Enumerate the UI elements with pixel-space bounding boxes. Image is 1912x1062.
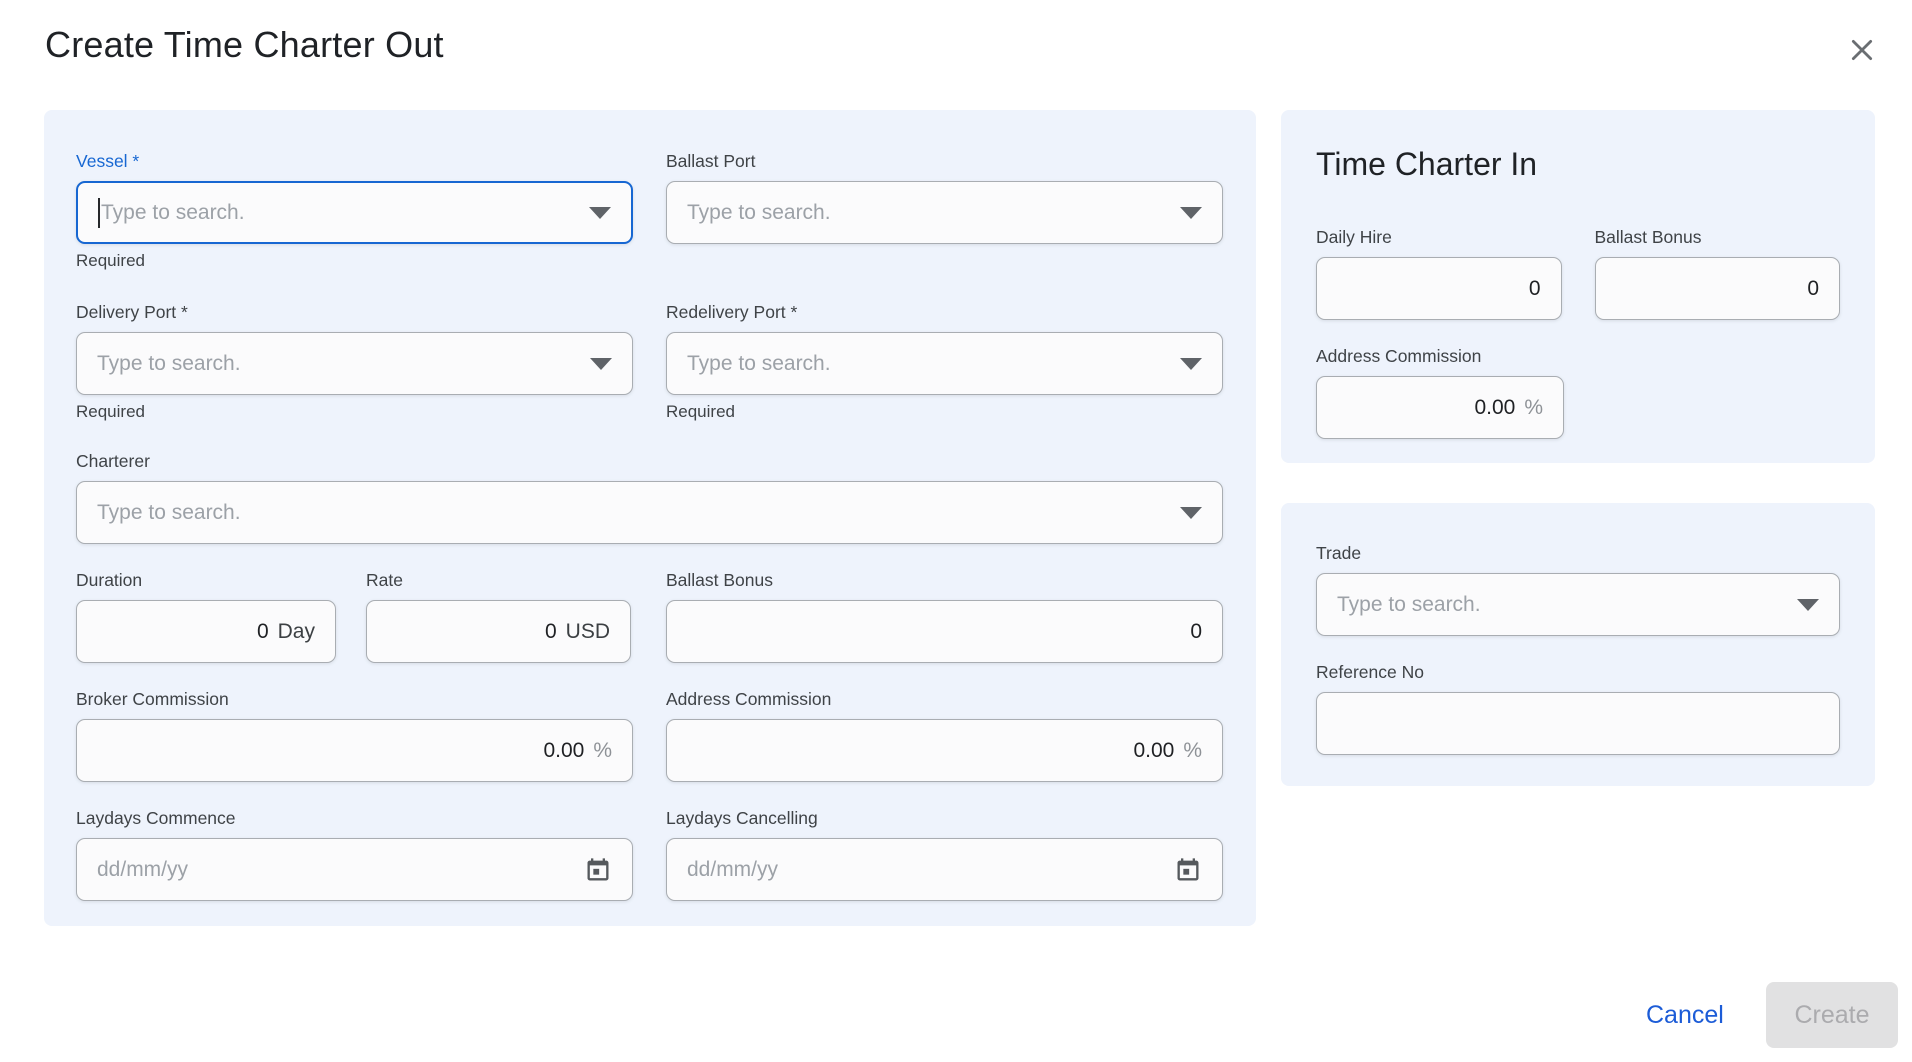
charterer-placeholder: Type to search.	[97, 501, 241, 525]
trade-label: Trade	[1316, 543, 1840, 563]
redelivery-port-label: Redelivery Port *	[666, 302, 1223, 322]
time-charter-in-title: Time Charter In	[1316, 146, 1840, 183]
charter-out-form-panel: Vessel * Type to search. Required Ballas…	[44, 110, 1256, 926]
laydays-cancelling-field: Laydays Cancelling dd/mm/yy	[666, 808, 1223, 901]
charterer-field: Charterer Type to search.	[76, 451, 1223, 544]
tci-ballast-bonus-input[interactable]: 0	[1595, 257, 1841, 320]
duration-value: 0	[257, 620, 269, 644]
chevron-down-icon[interactable]	[1180, 358, 1202, 370]
close-button[interactable]	[1840, 28, 1884, 72]
broker-commission-input[interactable]: 0.00 %	[76, 719, 633, 782]
trade-input[interactable]: Type to search.	[1316, 573, 1840, 636]
reference-no-input[interactable]	[1316, 692, 1840, 755]
ballast-port-label: Ballast Port	[666, 151, 1223, 171]
daily-hire-value: 0	[1529, 277, 1541, 301]
address-commission-unit: %	[1183, 739, 1202, 763]
ballast-bonus-label: Ballast Bonus	[666, 570, 1223, 590]
broker-commission-label: Broker Commission	[76, 689, 633, 709]
laydays-cancelling-placeholder: dd/mm/yy	[687, 858, 778, 882]
laydays-commence-field: Laydays Commence dd/mm/yy	[76, 808, 633, 901]
duration-input[interactable]: 0 Day	[76, 600, 336, 663]
trade-placeholder: Type to search.	[1337, 593, 1481, 617]
duration-unit: Day	[278, 620, 315, 644]
rate-field: Rate 0 USD	[366, 570, 631, 663]
tci-address-commission-value: 0.00	[1474, 396, 1515, 420]
redelivery-port-required-hint: Required	[666, 402, 1223, 421]
trade-panel: Trade Type to search. Reference No	[1281, 503, 1875, 786]
address-commission-label: Address Commission	[666, 689, 1223, 709]
vessel-placeholder: Type to search.	[101, 201, 245, 225]
charterer-label: Charterer	[76, 451, 1223, 471]
rate-value: 0	[545, 620, 557, 644]
chevron-down-icon[interactable]	[1797, 599, 1819, 611]
address-commission-field: Address Commission 0.00 %	[666, 689, 1223, 782]
redelivery-port-field: Redelivery Port * Type to search. Requir…	[666, 302, 1223, 421]
delivery-port-placeholder: Type to search.	[97, 352, 241, 376]
calendar-icon[interactable]	[1174, 856, 1202, 884]
tci-ballast-bonus-value: 0	[1807, 277, 1819, 301]
duration-field: Duration 0 Day	[76, 570, 336, 663]
daily-hire-field: Daily Hire 0	[1316, 227, 1562, 320]
page-title: Create Time Charter Out	[45, 24, 444, 66]
address-commission-value: 0.00	[1133, 739, 1174, 763]
reference-no-label: Reference No	[1316, 662, 1840, 682]
laydays-commence-label: Laydays Commence	[76, 808, 633, 828]
duration-label: Duration	[76, 570, 336, 590]
vessel-label: Vessel *	[76, 151, 633, 171]
redelivery-port-input[interactable]: Type to search.	[666, 332, 1223, 395]
daily-hire-label: Daily Hire	[1316, 227, 1562, 247]
ballast-bonus-field: Ballast Bonus 0	[666, 570, 1223, 663]
tci-address-commission-field: Address Commission 0.00 %	[1316, 346, 1564, 439]
broker-commission-value: 0.00	[543, 739, 584, 763]
text-cursor	[98, 198, 100, 228]
laydays-commence-placeholder: dd/mm/yy	[97, 858, 188, 882]
delivery-port-required-hint: Required	[76, 402, 633, 421]
tci-ballast-bonus-label: Ballast Bonus	[1595, 227, 1841, 247]
laydays-cancelling-label: Laydays Cancelling	[666, 808, 1223, 828]
laydays-commence-input[interactable]: dd/mm/yy	[76, 838, 633, 901]
ballast-port-placeholder: Type to search.	[687, 201, 831, 225]
chevron-down-icon[interactable]	[590, 358, 612, 370]
redelivery-port-placeholder: Type to search.	[687, 352, 831, 376]
reference-no-field: Reference No	[1316, 662, 1840, 755]
cancel-button[interactable]: Cancel	[1628, 992, 1742, 1038]
rate-input[interactable]: 0 USD	[366, 600, 631, 663]
delivery-port-label: Delivery Port *	[76, 302, 633, 322]
chevron-down-icon[interactable]	[589, 207, 611, 219]
ballast-bonus-input[interactable]: 0	[666, 600, 1223, 663]
ballast-bonus-value: 0	[1190, 620, 1202, 644]
daily-hire-input[interactable]: 0	[1316, 257, 1562, 320]
ballast-port-field: Ballast Port Type to search.	[666, 151, 1223, 270]
create-button[interactable]: Create	[1766, 982, 1898, 1048]
vessel-field: Vessel * Type to search. Required	[76, 151, 633, 270]
calendar-icon[interactable]	[584, 856, 612, 884]
close-icon	[1846, 34, 1878, 66]
delivery-port-field: Delivery Port * Type to search. Required	[76, 302, 633, 421]
delivery-port-input[interactable]: Type to search.	[76, 332, 633, 395]
time-charter-in-panel: Time Charter In Daily Hire 0 Ballast Bon…	[1281, 110, 1875, 463]
tci-address-commission-unit: %	[1524, 396, 1543, 420]
vessel-required-hint: Required	[76, 251, 633, 270]
broker-commission-field: Broker Commission 0.00 %	[76, 689, 633, 782]
chevron-down-icon[interactable]	[1180, 207, 1202, 219]
vessel-input[interactable]: Type to search.	[76, 181, 633, 244]
broker-commission-unit: %	[593, 739, 612, 763]
laydays-cancelling-input[interactable]: dd/mm/yy	[666, 838, 1223, 901]
rate-unit: USD	[566, 620, 610, 644]
tci-address-commission-label: Address Commission	[1316, 346, 1564, 366]
ballast-port-input[interactable]: Type to search.	[666, 181, 1223, 244]
charterer-input[interactable]: Type to search.	[76, 481, 1223, 544]
rate-label: Rate	[366, 570, 631, 590]
tci-ballast-bonus-field: Ballast Bonus 0	[1595, 227, 1841, 320]
tci-address-commission-input[interactable]: 0.00 %	[1316, 376, 1564, 439]
trade-field: Trade Type to search.	[1316, 543, 1840, 636]
address-commission-input[interactable]: 0.00 %	[666, 719, 1223, 782]
chevron-down-icon[interactable]	[1180, 507, 1202, 519]
